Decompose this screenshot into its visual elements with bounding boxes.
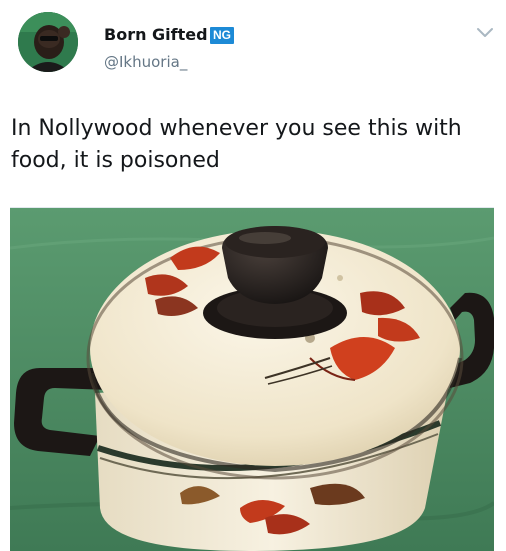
country-badge: NG [210, 27, 234, 44]
tweet-text: In Nollywood whenever you see this with … [11, 116, 462, 173]
avatar-image [18, 12, 78, 72]
pot-photo [10, 208, 494, 551]
tweet-media-image[interactable] [10, 207, 494, 551]
chevron-down-icon[interactable] [476, 26, 494, 40]
author-handle[interactable]: @Ikhuoria_ [104, 53, 187, 71]
avatar[interactable] [18, 12, 78, 72]
author-name[interactable]: Born Gifted [104, 25, 208, 45]
